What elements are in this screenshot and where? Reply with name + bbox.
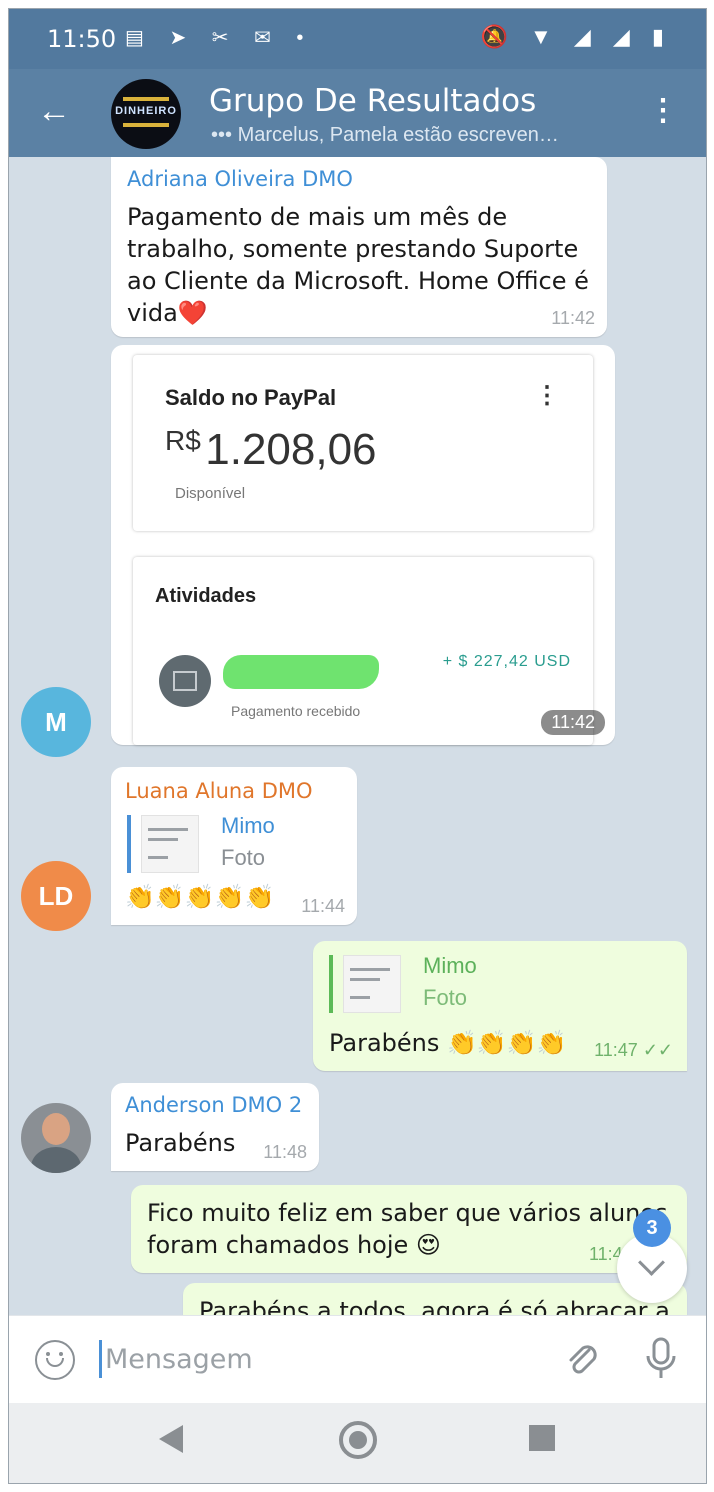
reply-thumbnail	[141, 815, 199, 873]
chat-area[interactable]: Adriana Oliveira DMO Pagamento de mais u…	[9, 157, 706, 1315]
store-icon-shape	[173, 671, 197, 691]
message-text: Parabéns a todos, agora é só abraçar a	[199, 1297, 670, 1315]
thumbnail-line	[148, 838, 178, 841]
reply-preview[interactable]: Mimo Foto	[329, 953, 553, 1013]
nav-home-icon[interactable]	[339, 1421, 377, 1459]
thumbnail-line	[350, 996, 370, 999]
activities-title: Atividades	[155, 585, 257, 607]
clap-emojis: 👏👏👏👏👏	[125, 884, 275, 911]
message-bubble-luana[interactable]: Luana Aluna DMO Mimo Foto 👏👏👏👏👏 11:44	[111, 767, 357, 925]
message-time: 11:47 ✓✓	[594, 1040, 673, 1061]
typing-status: ••• Marcelus, Pamela estão escreven…	[211, 124, 559, 146]
sender-name[interactable]: Luana Aluna DMO	[125, 779, 313, 803]
notification-icons: ▤ ➤ ✂ ✉ •	[125, 27, 314, 49]
message-line: vida❤️	[127, 297, 589, 329]
avatar-shoulders	[31, 1147, 81, 1173]
image-message-paypal[interactable]: Saldo no PayPal ⋮ R$ 1.208,06 Disponível…	[111, 345, 615, 745]
logo-stripe-bottom	[123, 123, 169, 127]
more-vert-icon: ⋮	[535, 382, 559, 409]
redacted-name	[223, 655, 379, 689]
sender-avatar-photo[interactable]	[21, 1103, 91, 1173]
status-bar: 11:50 ▤ ➤ ✂ ✉ • 🔕 ▼ ◢ ◢ ▮	[9, 9, 706, 69]
heart-emoji: ❤️	[177, 299, 208, 327]
chevron-down-icon	[638, 1249, 665, 1276]
message-line: Fico muito feliz em saber que vários alu…	[147, 1199, 668, 1227]
message-bubble-adriana[interactable]: Adriana Oliveira DMO Pagamento de mais u…	[111, 157, 607, 337]
message-line: trabalho, somente prestando Suporte	[127, 235, 579, 263]
group-avatar-logo: DINHEIRO	[115, 105, 177, 117]
store-icon	[159, 655, 211, 707]
image-time: 11:42	[541, 710, 605, 735]
microphone-icon[interactable]	[641, 1336, 681, 1382]
message-time: 11:44	[301, 896, 345, 916]
nav-back-icon[interactable]	[159, 1425, 183, 1453]
message-input-bar	[9, 1315, 706, 1404]
message-line-text: vida	[127, 299, 178, 327]
message-text: Parabéns	[125, 1129, 236, 1157]
back-arrow-icon[interactable]: ←	[37, 91, 71, 131]
avatar-face	[42, 1113, 70, 1145]
reply-type: Foto	[221, 845, 266, 870]
group-avatar[interactable]: DINHEIRO	[111, 79, 181, 149]
message-text: Pagamento de mais um mês de trabalho, so…	[127, 201, 589, 329]
nav-recent-apps-icon[interactable]	[529, 1425, 555, 1451]
message-time: 11:48	[263, 1142, 307, 1162]
message-bubble-outgoing[interactable]: Mimo Foto Parabéns 👏👏👏👏 11:47 ✓✓	[313, 941, 687, 1071]
system-navigation-bar	[9, 1403, 706, 1483]
message-line: Pagamento de mais um mês de	[127, 203, 508, 231]
reply-name: Mimo	[221, 813, 275, 838]
thumbnail-line	[148, 856, 168, 859]
available-label: Disponível	[175, 485, 246, 502]
time-text: 11:47	[594, 1040, 638, 1060]
thumbnail-line	[148, 828, 188, 831]
system-status-icons: 🔕 ▼ ◢ ◢ ▮	[480, 24, 672, 49]
logo-stripe-top	[123, 97, 169, 101]
status-time: 11:50	[47, 25, 117, 53]
sender-name[interactable]: Anderson DMO 2	[125, 1093, 302, 1117]
message-text: Parabéns 👏👏👏👏	[329, 1029, 567, 1057]
thumbnail-line	[350, 968, 390, 971]
reply-name: Mimo	[423, 953, 477, 978]
message-bubble-outgoing[interactable]: Parabéns a todos, agora é só abraçar a	[183, 1283, 687, 1315]
group-title[interactable]: Grupo De Resultados	[209, 83, 536, 119]
read-ticks-icon: ✓✓	[642, 1040, 673, 1060]
message-bubble-anderson[interactable]: Anderson DMO 2 Parabéns 11:48	[111, 1083, 319, 1171]
activity-status: Pagamento recebido	[231, 703, 361, 719]
phone-screen: 11:50 ▤ ➤ ✂ ✉ • 🔕 ▼ ◢ ◢ ▮ ← DINHEIRO Gru…	[8, 8, 707, 1484]
more-options-icon[interactable]: ⋮	[648, 93, 678, 128]
message-input[interactable]	[103, 1336, 547, 1382]
paypal-activities-card: Atividades + $ 227,42 USD Pagamento rece…	[133, 557, 593, 745]
sender-avatar-ld[interactable]: LD	[21, 861, 91, 931]
attach-icon[interactable]	[561, 1338, 601, 1378]
sender-name[interactable]: Adriana Oliveira DMO	[127, 167, 353, 191]
reply-thumbnail	[343, 955, 401, 1013]
reply-type: Foto	[423, 985, 468, 1010]
sender-avatar-m[interactable]: M	[21, 687, 91, 757]
balance-title: Saldo no PayPal	[165, 385, 337, 410]
thumbnail-line	[350, 978, 380, 981]
amount-value: 1.208,06	[205, 425, 377, 474]
currency-symbol: R$	[165, 425, 201, 456]
reply-preview[interactable]: Mimo Foto	[127, 813, 331, 873]
message-line: ao Cliente da Microsoft. Home Office é	[127, 267, 589, 295]
message-time: 11:42	[551, 308, 595, 328]
message-bubble-outgoing[interactable]: Fico muito feliz em saber que vários alu…	[131, 1185, 687, 1273]
unread-count-badge: 3	[633, 1209, 671, 1247]
text-cursor	[99, 1340, 102, 1378]
paypal-balance-card: Saldo no PayPal ⋮ R$ 1.208,06 Disponível	[133, 355, 593, 531]
chat-header: ← DINHEIRO Grupo De Resultados ••• Marce…	[9, 69, 706, 157]
emoji-icon[interactable]	[35, 1340, 75, 1380]
activity-amount: + $ 227,42 USD	[442, 653, 571, 670]
balance-amount: R$ 1.208,06	[165, 425, 377, 475]
